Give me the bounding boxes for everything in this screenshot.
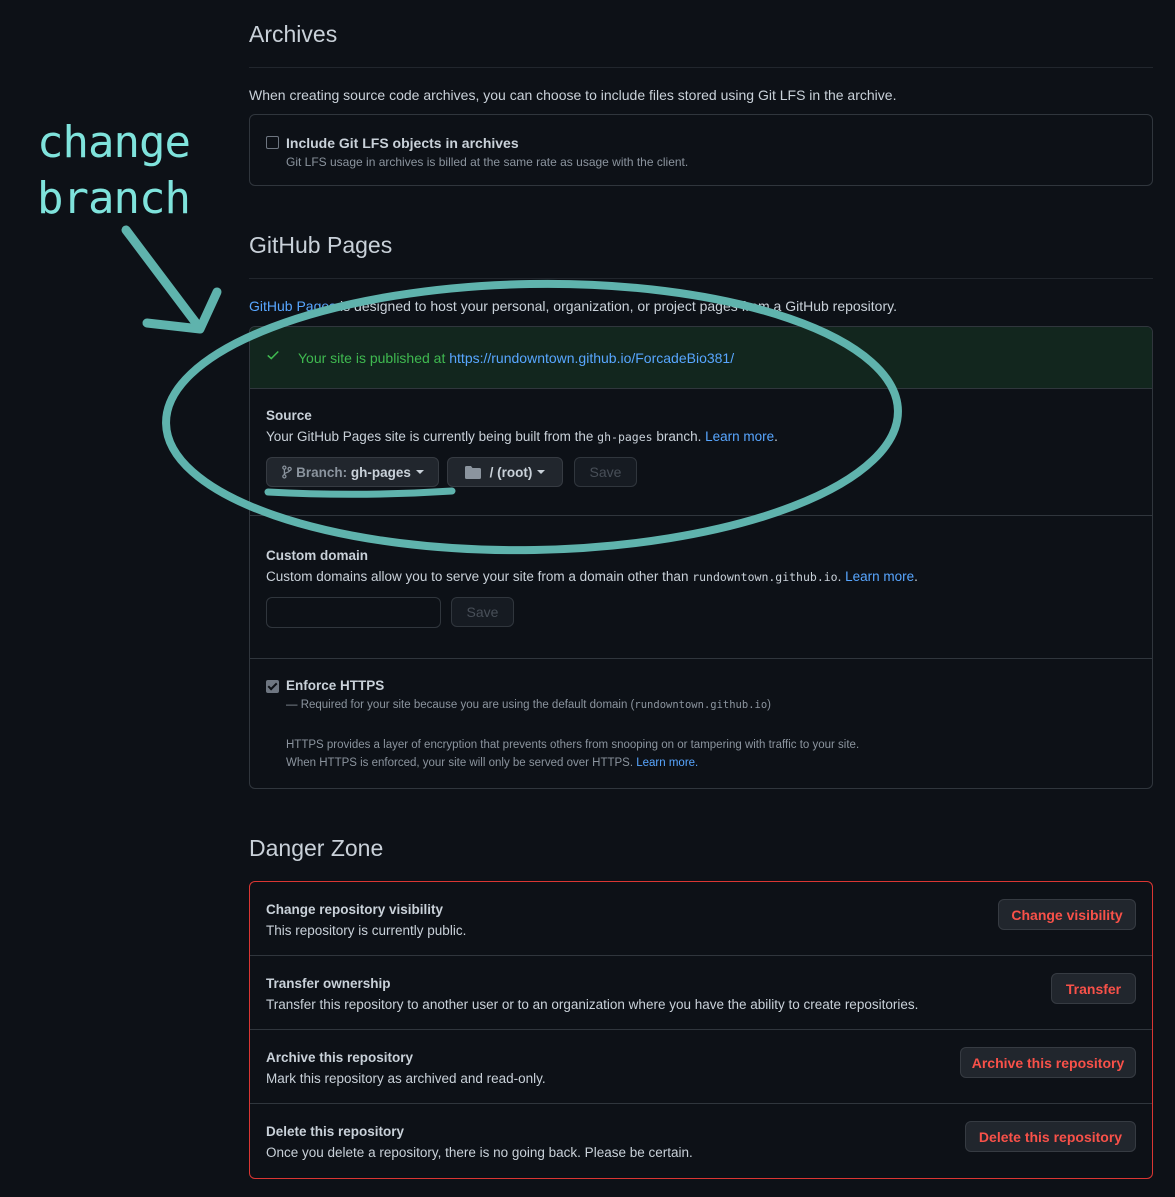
visibility-desc: This repository is currently public. [266, 923, 467, 938]
danger-zone-box: Change repository visibility This reposi… [249, 881, 1153, 1179]
archives-heading: Archives [249, 21, 338, 47]
branch-prefix: Branch: [296, 464, 351, 480]
custom-domain-code: rundowntown.github.io [692, 570, 838, 584]
source-branch-code: gh-pages [597, 430, 653, 444]
delete-repository-button[interactable]: Delete this repository [965, 1121, 1136, 1152]
pages-intro: GitHub Pages is designed to host your pe… [249, 298, 897, 314]
folder-select-button[interactable]: / (root) [447, 457, 563, 487]
folder-value: / (root) [489, 464, 533, 480]
custom-domain-learn-more[interactable]: Learn more [845, 569, 914, 584]
lfs-checkbox[interactable] [266, 136, 279, 149]
published-banner: Your site is published at https://rundow… [250, 327, 1152, 388]
source-save-button[interactable]: Save [574, 457, 637, 487]
pages-divider [249, 278, 1153, 279]
custom-domain-desc-after: . [837, 569, 846, 584]
banner-divider [250, 388, 1152, 389]
pages-intro-text: is designed to host your personal, organ… [336, 298, 897, 314]
transfer-desc: Transfer this repository to another user… [266, 997, 919, 1012]
https-domain-code: rundowntown.github.io [634, 699, 768, 711]
source-divider [250, 515, 1152, 516]
published-url-link[interactable]: https://rundowntown.github.io/ForcadeBio… [449, 350, 734, 366]
github-pages-link[interactable]: GitHub Pages [249, 298, 336, 314]
https-info-text: When HTTPS is enforced, your site will o… [286, 757, 637, 769]
archive-title: Archive this repository [266, 1050, 414, 1065]
published-text: Your site is published at https://rundow… [298, 350, 734, 366]
change-visibility-button[interactable]: Change visibility [998, 899, 1136, 930]
archives-divider [249, 67, 1153, 68]
lfs-label: Include Git LFS objects in archives [286, 135, 519, 151]
annotation-text-line-1: change [37, 117, 191, 168]
lfs-note: Git LFS usage in archives is billed at t… [286, 155, 689, 169]
https-required-text: — Required for your site because you are… [286, 699, 635, 711]
check-icon [266, 348, 280, 365]
custom-domain-divider [250, 658, 1152, 659]
branch-value: gh-pages [350, 464, 411, 480]
source-learn-more[interactable]: Learn more [705, 429, 774, 444]
transfer-button[interactable]: Transfer [1051, 973, 1136, 1004]
annotation-text-line-2: branch [37, 173, 191, 224]
enforce-https-checkbox[interactable] [266, 680, 279, 693]
chevron-down-icon [537, 470, 546, 474]
lfs-box: Include Git LFS objects in archives Git … [249, 114, 1153, 186]
git-branch-icon [281, 465, 293, 479]
https-info-line-1: HTTPS provides a layer of encryption tha… [286, 739, 860, 751]
https-info-line-2: When HTTPS is enforced, your site will o… [286, 757, 698, 769]
custom-domain-title: Custom domain [266, 548, 369, 563]
archives-description: When creating source code archives, you … [249, 87, 897, 103]
delete-title: Delete this repository [266, 1124, 405, 1139]
pages-heading: GitHub Pages [249, 232, 393, 258]
danger-divider [250, 955, 1152, 956]
archive-repository-button[interactable]: Archive this repository [960, 1047, 1136, 1078]
branch-select-button[interactable]: Branch: gh-pages [266, 457, 439, 487]
source-desc-after: branch. [652, 429, 706, 444]
custom-domain-input[interactable] [266, 597, 441, 628]
enforce-https-label: Enforce HTTPS [286, 678, 385, 693]
folder-icon [464, 465, 481, 479]
custom-domain-desc-text: Custom domains allow you to serve your s… [266, 569, 693, 584]
chevron-down-icon [415, 470, 424, 474]
custom-domain-description: Custom domains allow you to serve your s… [266, 569, 918, 584]
source-period: . [774, 429, 778, 444]
custom-domain-save-button[interactable]: Save [451, 597, 514, 627]
visibility-title: Change repository visibility [266, 902, 444, 917]
custom-domain-period: . [914, 569, 918, 584]
https-required-after: ) [767, 699, 772, 711]
danger-divider [250, 1029, 1152, 1030]
https-required-note: — Required for your site because you are… [286, 699, 771, 711]
delete-desc: Once you delete a repository, there is n… [266, 1145, 693, 1160]
source-description: Your GitHub Pages site is currently bein… [266, 429, 778, 444]
danger-zone-heading: Danger Zone [249, 835, 384, 861]
source-desc-text: Your GitHub Pages site is currently bein… [266, 429, 598, 444]
source-title: Source [266, 408, 312, 423]
transfer-title: Transfer ownership [266, 976, 391, 991]
published-label: Your site is published at [298, 350, 450, 366]
danger-divider [250, 1103, 1152, 1104]
https-learn-more[interactable]: Learn more. [636, 757, 698, 769]
pages-box: Your site is published at https://rundow… [249, 326, 1153, 789]
archive-desc: Mark this repository as archived and rea… [266, 1071, 546, 1086]
